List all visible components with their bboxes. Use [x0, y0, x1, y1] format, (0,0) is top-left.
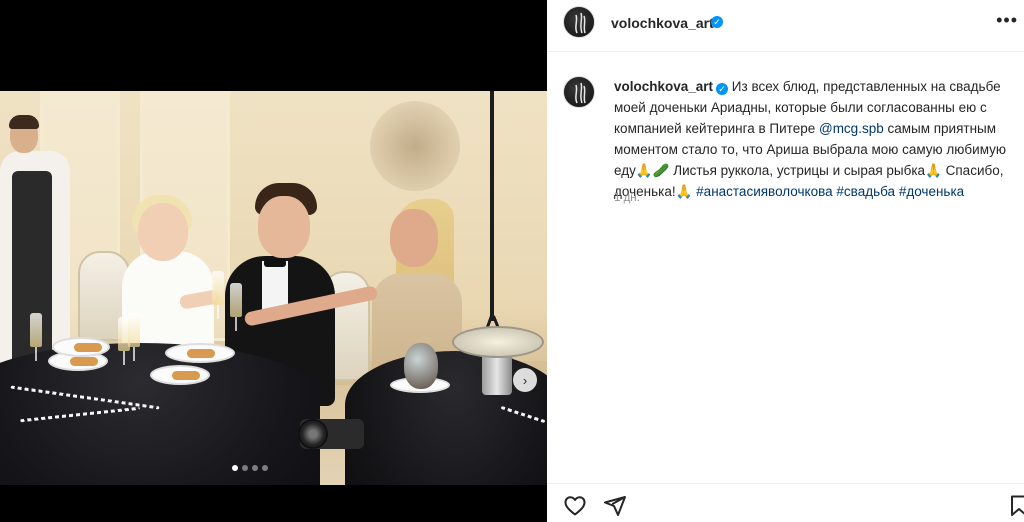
groom-head — [258, 196, 310, 258]
avatar[interactable] — [563, 6, 595, 38]
oyster-bowl — [452, 326, 544, 358]
hashtag-link[interactable]: #анастасияволочкова — [696, 184, 832, 199]
hashtag-link[interactable]: #доченька — [899, 184, 964, 199]
glass-vase — [404, 343, 438, 389]
verified-badge-icon: ✓ — [711, 16, 723, 28]
carousel-dot — [252, 465, 258, 471]
tripod-pole — [490, 91, 494, 321]
post-author-username[interactable]: volochkova_art — [611, 15, 714, 31]
carousel-next-button[interactable]: › — [513, 368, 537, 392]
chevron-right-icon: › — [522, 372, 528, 388]
verified-badge-icon: ✓ — [716, 83, 729, 95]
bride-head — [138, 203, 188, 261]
action-bar — [547, 483, 1024, 522]
carousel-dot — [242, 465, 248, 471]
round-table-left — [0, 343, 320, 485]
waiter-hair — [9, 115, 39, 129]
mention-link[interactable]: @mcg.spb — [819, 121, 884, 136]
emoji: 🙏🥒 — [635, 163, 670, 178]
post-header: volochkova_art ✓ ••• — [547, 0, 1024, 52]
post-caption: volochkova_art ✓ Из всех блюд, представле… — [614, 76, 1024, 202]
champagne-glass — [230, 283, 242, 331]
oyster-stand — [482, 353, 512, 395]
bowtie — [264, 259, 286, 267]
carousel-dot — [232, 465, 238, 471]
plate — [150, 365, 210, 385]
emoji: 🙏 — [675, 184, 693, 199]
carousel-dot — [262, 465, 268, 471]
caption-avatar[interactable] — [563, 76, 595, 108]
caption-text: Листья руккола, устрицы и сырая рыбка — [669, 163, 926, 178]
more-options-icon[interactable]: ••• — [996, 10, 1018, 31]
post-photo[interactable]: › — [0, 91, 547, 485]
send-icon[interactable] — [603, 494, 627, 518]
post-timestamp[interactable]: 1 дн. — [614, 192, 640, 204]
emoji: 🙏 — [925, 163, 942, 178]
bookmark-icon[interactable] — [1007, 494, 1024, 518]
camera-lens — [298, 419, 328, 449]
wine-glass — [128, 313, 140, 361]
wall-shadow — [370, 101, 460, 191]
post-media: › — [0, 0, 547, 522]
wine-glass — [30, 313, 42, 361]
caption-username[interactable]: volochkova_art — [614, 79, 713, 94]
post-sidebar: volochkova_art ✓ ••• volochkova_art ✓ Из … — [547, 0, 1024, 522]
mother-head — [390, 209, 438, 267]
heart-icon[interactable] — [563, 494, 587, 518]
hashtag-link[interactable]: #свадьба — [836, 184, 895, 199]
plate — [165, 343, 235, 363]
carousel-indicator — [232, 465, 268, 471]
champagne-glass — [212, 271, 224, 319]
plate — [52, 337, 110, 357]
